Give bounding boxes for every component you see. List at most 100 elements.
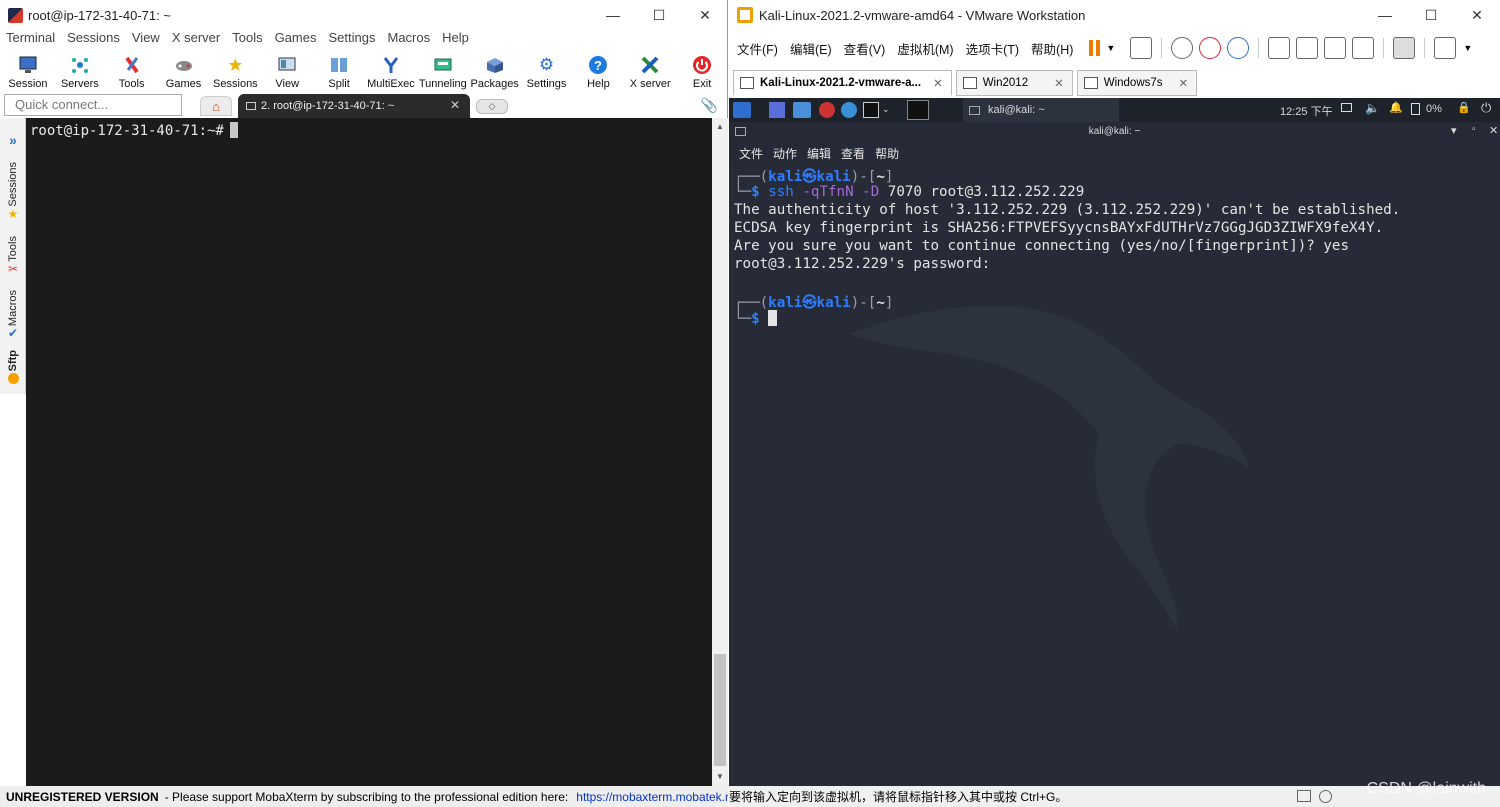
tab-close-icon[interactable]: ✕ xyxy=(1179,76,1189,90)
sidebar-tab-macros[interactable]: Macros ✔ xyxy=(0,290,26,340)
tunneling-button[interactable]: Tunneling xyxy=(417,50,469,90)
settings-button[interactable]: ⚙ Settings xyxy=(521,50,573,90)
term-menu-file[interactable]: 文件 xyxy=(739,145,763,162)
scrollbar-thumb[interactable] xyxy=(714,654,726,766)
menu-settings[interactable]: Settings xyxy=(329,30,382,48)
scroll-up-icon[interactable]: ▲ xyxy=(712,122,728,131)
terminal-icon[interactable] xyxy=(863,102,879,118)
menu-view[interactable]: View xyxy=(132,30,166,48)
tab-kali[interactable]: Kali-Linux-2021.2-vmware-a... ✕ xyxy=(733,70,952,96)
show-desktop-icon[interactable] xyxy=(769,102,785,118)
chevron-down-icon[interactable]: ⌄ xyxy=(882,104,890,120)
session-button[interactable]: Session xyxy=(2,50,54,90)
unity-icon[interactable] xyxy=(1352,37,1375,59)
scroll-down-icon[interactable]: ▼ xyxy=(712,772,728,781)
fullscreen-icon[interactable] xyxy=(1324,37,1347,59)
moba-terminal[interactable]: root@ip-172-31-40-71:~# xyxy=(26,118,712,786)
close-icon[interactable]: ✕ xyxy=(1454,0,1500,30)
guest-display[interactable]: ⌄ kali@kali: ~ 12:25 下午 🔈 🔔 0% 🔒 ⏻ kali@… xyxy=(729,98,1500,786)
tab-close-icon[interactable]: ✕ xyxy=(933,76,943,90)
maximize-icon[interactable]: ▫ xyxy=(1472,124,1476,135)
tab-close-icon[interactable]: ✕ xyxy=(450,98,460,112)
revert-snapshot-icon[interactable] xyxy=(1199,37,1222,59)
close-icon[interactable]: ✕ xyxy=(1489,124,1498,137)
maximize-icon[interactable]: ☐ xyxy=(1408,0,1454,30)
sessions-button[interactable]: ★ Sessions xyxy=(209,50,261,91)
snapshot-icon[interactable] xyxy=(1171,37,1194,59)
term-menu-edit[interactable]: 编辑 xyxy=(807,145,831,162)
menu-macros[interactable]: Macros xyxy=(387,30,436,48)
tab-win2012[interactable]: Win2012 ✕ xyxy=(955,70,1073,96)
menu-vm[interactable]: 虚拟机(M) xyxy=(897,39,953,58)
menu-tabs[interactable]: 选项卡(T) xyxy=(966,39,1019,58)
terminal-tab[interactable]: 2. root@ip-172-31-40-71: ~ ✕ xyxy=(238,94,470,118)
menu-file[interactable]: 文件(F) xyxy=(737,39,778,58)
collapse-sidebar-icon[interactable]: » xyxy=(0,132,26,148)
browser-icon[interactable] xyxy=(841,102,857,118)
menu-sessions[interactable]: Sessions xyxy=(67,30,126,48)
kali-terminal-output[interactable]: ┌──(kali㉿kali)-[~] └─$ ssh -qTfnN -D 707… xyxy=(729,164,1500,786)
close-icon[interactable]: ✕ xyxy=(682,0,728,30)
games-button[interactable]: Games xyxy=(158,50,210,90)
library-icon[interactable] xyxy=(1268,37,1291,59)
menu-edit[interactable]: 编辑(E) xyxy=(790,39,832,58)
stretch-icon[interactable] xyxy=(1434,37,1457,59)
workspace-icon[interactable] xyxy=(907,100,929,120)
text-editor-icon[interactable] xyxy=(819,102,835,118)
multiexec-button[interactable]: MultiExec xyxy=(365,50,417,90)
menu-xserver[interactable]: X server xyxy=(172,30,226,48)
pause-icon[interactable] xyxy=(1089,40,1101,56)
packages-button[interactable]: Packages xyxy=(469,50,521,90)
stretch-dropdown-icon[interactable]: ▼ xyxy=(1463,43,1472,53)
minimize-icon[interactable]: — xyxy=(1362,0,1408,30)
lock-icon[interactable]: 🔒 xyxy=(1457,101,1471,117)
terminal-cursor xyxy=(229,122,238,138)
term-menu-actions[interactable]: 动作 xyxy=(773,145,797,162)
send-keys-icon[interactable] xyxy=(1130,37,1153,59)
menu-games[interactable]: Games xyxy=(275,30,323,48)
volume-icon[interactable]: 🔈 xyxy=(1365,101,1380,117)
tab-windows7s[interactable]: Windows7s ✕ xyxy=(1076,70,1198,96)
device-icon[interactable] xyxy=(1297,790,1311,802)
battery-icon[interactable] xyxy=(1411,103,1420,115)
logout-icon[interactable]: ⏻ xyxy=(1481,100,1491,116)
minimize-icon[interactable]: ▾ xyxy=(1451,124,1457,137)
subscribe-link[interactable]: https://mobaxterm.mobatek.net xyxy=(576,790,728,804)
exit-button[interactable]: Exit xyxy=(676,50,728,90)
term-menu-view[interactable]: 查看 xyxy=(841,145,865,162)
taskbar-terminal[interactable]: kali@kali: ~ xyxy=(963,98,1119,122)
notification-bell-icon[interactable]: 🔔 xyxy=(1389,101,1403,117)
paperclip-icon[interactable]: 📎 xyxy=(701,97,718,114)
menu-help[interactable]: 帮助(H) xyxy=(1031,39,1073,58)
display-icon[interactable] xyxy=(1341,103,1352,112)
menu-view[interactable]: 查看(V) xyxy=(844,39,886,58)
device-icon[interactable] xyxy=(1319,790,1332,803)
console-view-icon[interactable] xyxy=(1393,37,1416,59)
pause-dropdown-icon[interactable]: ▼ xyxy=(1106,43,1115,53)
term-menu-help[interactable]: 帮助 xyxy=(875,145,899,162)
kali-menu-icon[interactable] xyxy=(733,102,751,118)
sidebar-tab-tools[interactable]: Tools ✂ xyxy=(0,236,26,276)
snapshot-manager-icon[interactable] xyxy=(1227,37,1250,59)
file-manager-icon[interactable] xyxy=(793,102,811,118)
sidebar-tab-sessions[interactable]: Sessions ★ xyxy=(0,162,26,221)
tools-button[interactable]: Tools xyxy=(106,50,158,90)
menu-help[interactable]: Help xyxy=(442,30,475,48)
xserver-button[interactable]: X server xyxy=(624,50,676,90)
terminal-scrollbar[interactable]: ▲ ▼ xyxy=(712,118,728,786)
split-button[interactable]: Split xyxy=(313,50,365,90)
help-button[interactable]: ? Help xyxy=(572,50,624,90)
menu-tools[interactable]: Tools xyxy=(232,30,268,48)
thumbnail-icon[interactable] xyxy=(1296,37,1319,59)
tab-close-icon[interactable]: ✕ xyxy=(1054,76,1064,90)
minimize-icon[interactable]: — xyxy=(590,0,636,30)
clock[interactable]: 12:25 下午 xyxy=(1280,103,1333,119)
maximize-icon[interactable]: ☐ xyxy=(636,0,682,30)
menu-terminal[interactable]: Terminal xyxy=(6,30,61,48)
sidebar-tab-sftp[interactable]: Sftp xyxy=(0,350,26,385)
servers-button[interactable]: Servers xyxy=(54,50,106,90)
quick-connect-input[interactable]: Quick connect... xyxy=(4,94,182,116)
view-button[interactable]: View xyxy=(261,50,313,90)
new-tab-button[interactable]: ◇ xyxy=(476,99,508,114)
home-tab[interactable]: ⌂ xyxy=(200,96,232,116)
